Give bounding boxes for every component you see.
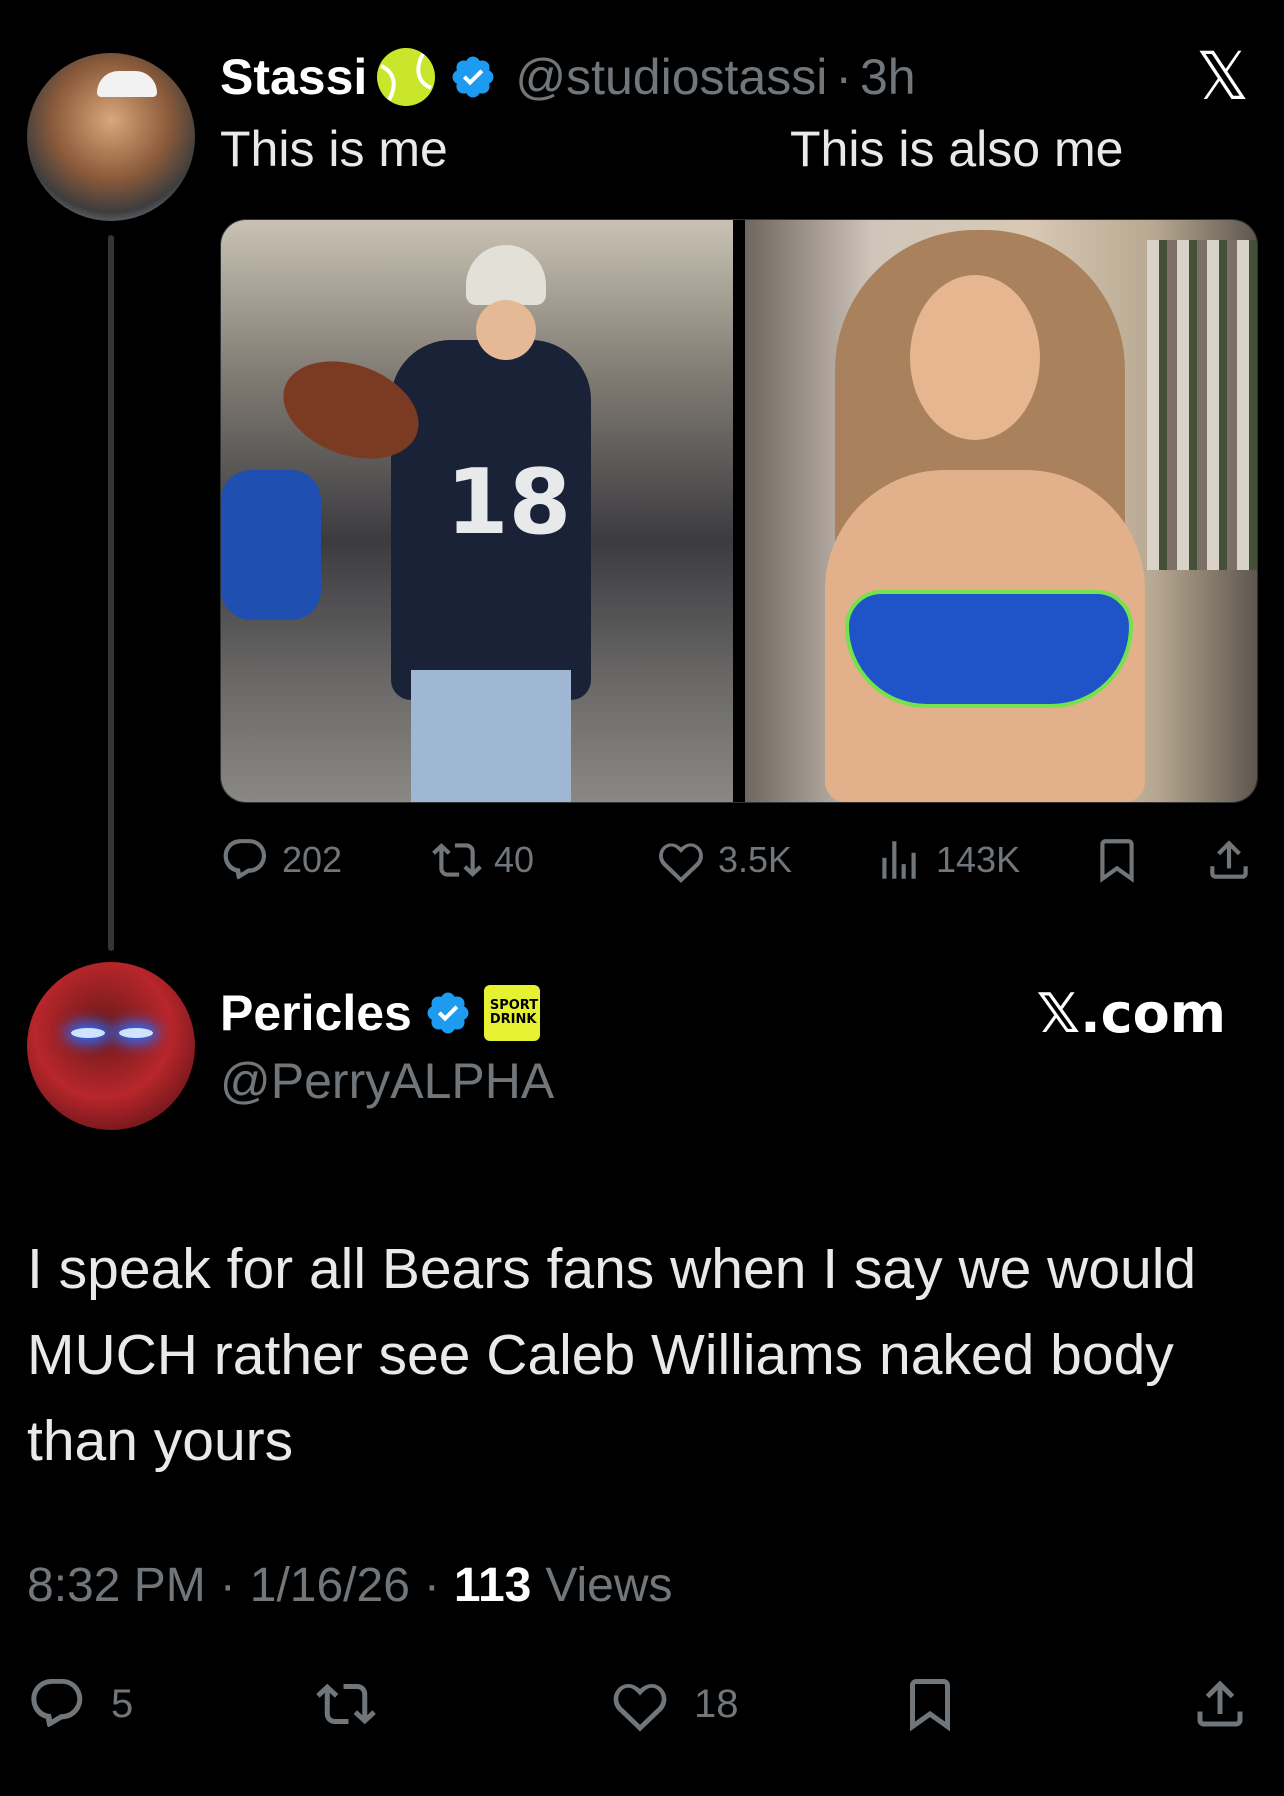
thread-line	[108, 235, 114, 951]
share-icon	[1210, 840, 1248, 879]
reply-bookmark-button[interactable]	[900, 1674, 960, 1734]
site-label[interactable]: 𝕏.com	[1037, 982, 1226, 1045]
reply-icon	[223, 839, 267, 880]
tennis-ball-icon	[377, 48, 436, 106]
pericles-avatar[interactable]	[27, 962, 195, 1130]
views-count: 143K	[936, 839, 1021, 880]
stassi-header: Stassi @studiostassi · 3h	[220, 44, 916, 110]
reply-metric[interactable]: 202	[220, 835, 342, 885]
affiliate-badge[interactable]: SPORT DRINK	[483, 985, 540, 1041]
views-label: Views	[545, 1559, 673, 1612]
reply-like-button[interactable]: 18	[610, 1674, 739, 1734]
photo-closet[interactable]	[745, 220, 1257, 802]
views-count: 113	[453, 1559, 532, 1612]
reply-author-handle[interactable]: @PerryALPHA	[220, 1052, 554, 1110]
like-count: 18	[694, 1681, 739, 1726]
photo-tailgate[interactable]: 18	[221, 220, 733, 802]
caption-right: This is also me	[790, 121, 1124, 177]
repost-icon	[432, 843, 482, 877]
timestamp-separator: ·	[219, 1559, 236, 1612]
views-metric[interactable]: 143K	[874, 835, 1020, 885]
media-divider	[733, 220, 745, 802]
heart-icon	[613, 1684, 667, 1732]
clothes-rack-shape	[1147, 240, 1257, 570]
views-chart-icon	[882, 841, 916, 879]
timestamp-separator: ·	[423, 1559, 440, 1612]
reply-body: I speak for all Bears fans when I say we…	[27, 1237, 1197, 1473]
glowing-eye-icon	[71, 1028, 105, 1038]
reply-count: 202	[282, 839, 343, 880]
separator: ·	[835, 49, 852, 105]
author-handle[interactable]: @studiostassi	[515, 48, 827, 106]
glowing-eye-icon	[119, 1028, 153, 1038]
grill-shape	[221, 470, 321, 620]
stassi-avatar[interactable]	[27, 53, 195, 221]
like-metric[interactable]: 3.5K	[656, 835, 792, 885]
media-grid[interactable]: 18	[220, 219, 1258, 803]
caption-left: This is me	[220, 121, 448, 177]
reply-share-button[interactable]	[1190, 1674, 1250, 1734]
avatar-cap-icon	[97, 71, 157, 97]
reply-repost-button[interactable]	[316, 1674, 376, 1734]
bikini-shape	[845, 590, 1133, 708]
face-shape	[910, 275, 1040, 440]
reply-count: 5	[111, 1681, 134, 1726]
verified-badge-icon	[452, 56, 494, 98]
share-icon	[1197, 1680, 1243, 1727]
timestamp-date[interactable]: 1/16/26	[250, 1558, 410, 1613]
reply-icon	[31, 1679, 83, 1728]
share-button[interactable]	[1204, 835, 1254, 885]
bookmark-icon	[1100, 839, 1134, 883]
beanie-shape	[466, 245, 546, 305]
jeans-shape	[411, 670, 571, 802]
bookmark-icon	[910, 1679, 950, 1732]
like-count: 3.5K	[718, 839, 793, 880]
heart-icon	[659, 843, 703, 883]
reply-timestamp-row: 8:32 PM · 1/16/26 · 113 Views	[27, 1558, 673, 1613]
author-name[interactable]: Stassi	[220, 48, 367, 106]
x-logo-icon[interactable]: 𝕏	[1196, 38, 1249, 115]
tweet-time[interactable]: 3h	[860, 48, 916, 106]
bookmark-button[interactable]	[1092, 835, 1142, 885]
pericles-header: Pericles SPORT DRINK	[220, 978, 540, 1048]
verified-badge-icon	[427, 992, 469, 1034]
repost-count: 40	[494, 839, 535, 880]
face-shape	[476, 300, 536, 360]
repost-metric[interactable]: 40	[432, 835, 534, 885]
jersey-number-shape: 18	[446, 450, 572, 555]
reply-reply-button[interactable]: 5	[27, 1674, 133, 1734]
timestamp-time[interactable]: 8:32 PM	[27, 1558, 206, 1613]
reply-author-name[interactable]: Pericles	[220, 984, 412, 1042]
repost-icon	[316, 1683, 376, 1725]
affiliate-badge-label: SPORT DRINK	[489, 998, 539, 1027]
